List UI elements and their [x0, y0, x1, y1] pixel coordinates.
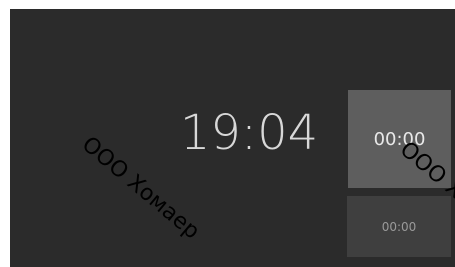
- primary-timer-value: 00:00: [373, 128, 426, 150]
- secondary-timer-value: 00:00: [381, 219, 417, 234]
- primary-timer-button[interactable]: 00:00: [348, 90, 451, 188]
- current-time: 19:04: [179, 105, 319, 161]
- device-frame: 19:04 00:00 00:00 ООО Хомаер ООО Хомаер: [0, 0, 455, 267]
- clock-screen: 19:04 00:00 00:00: [10, 9, 455, 267]
- secondary-timer-button[interactable]: 00:00: [347, 196, 451, 257]
